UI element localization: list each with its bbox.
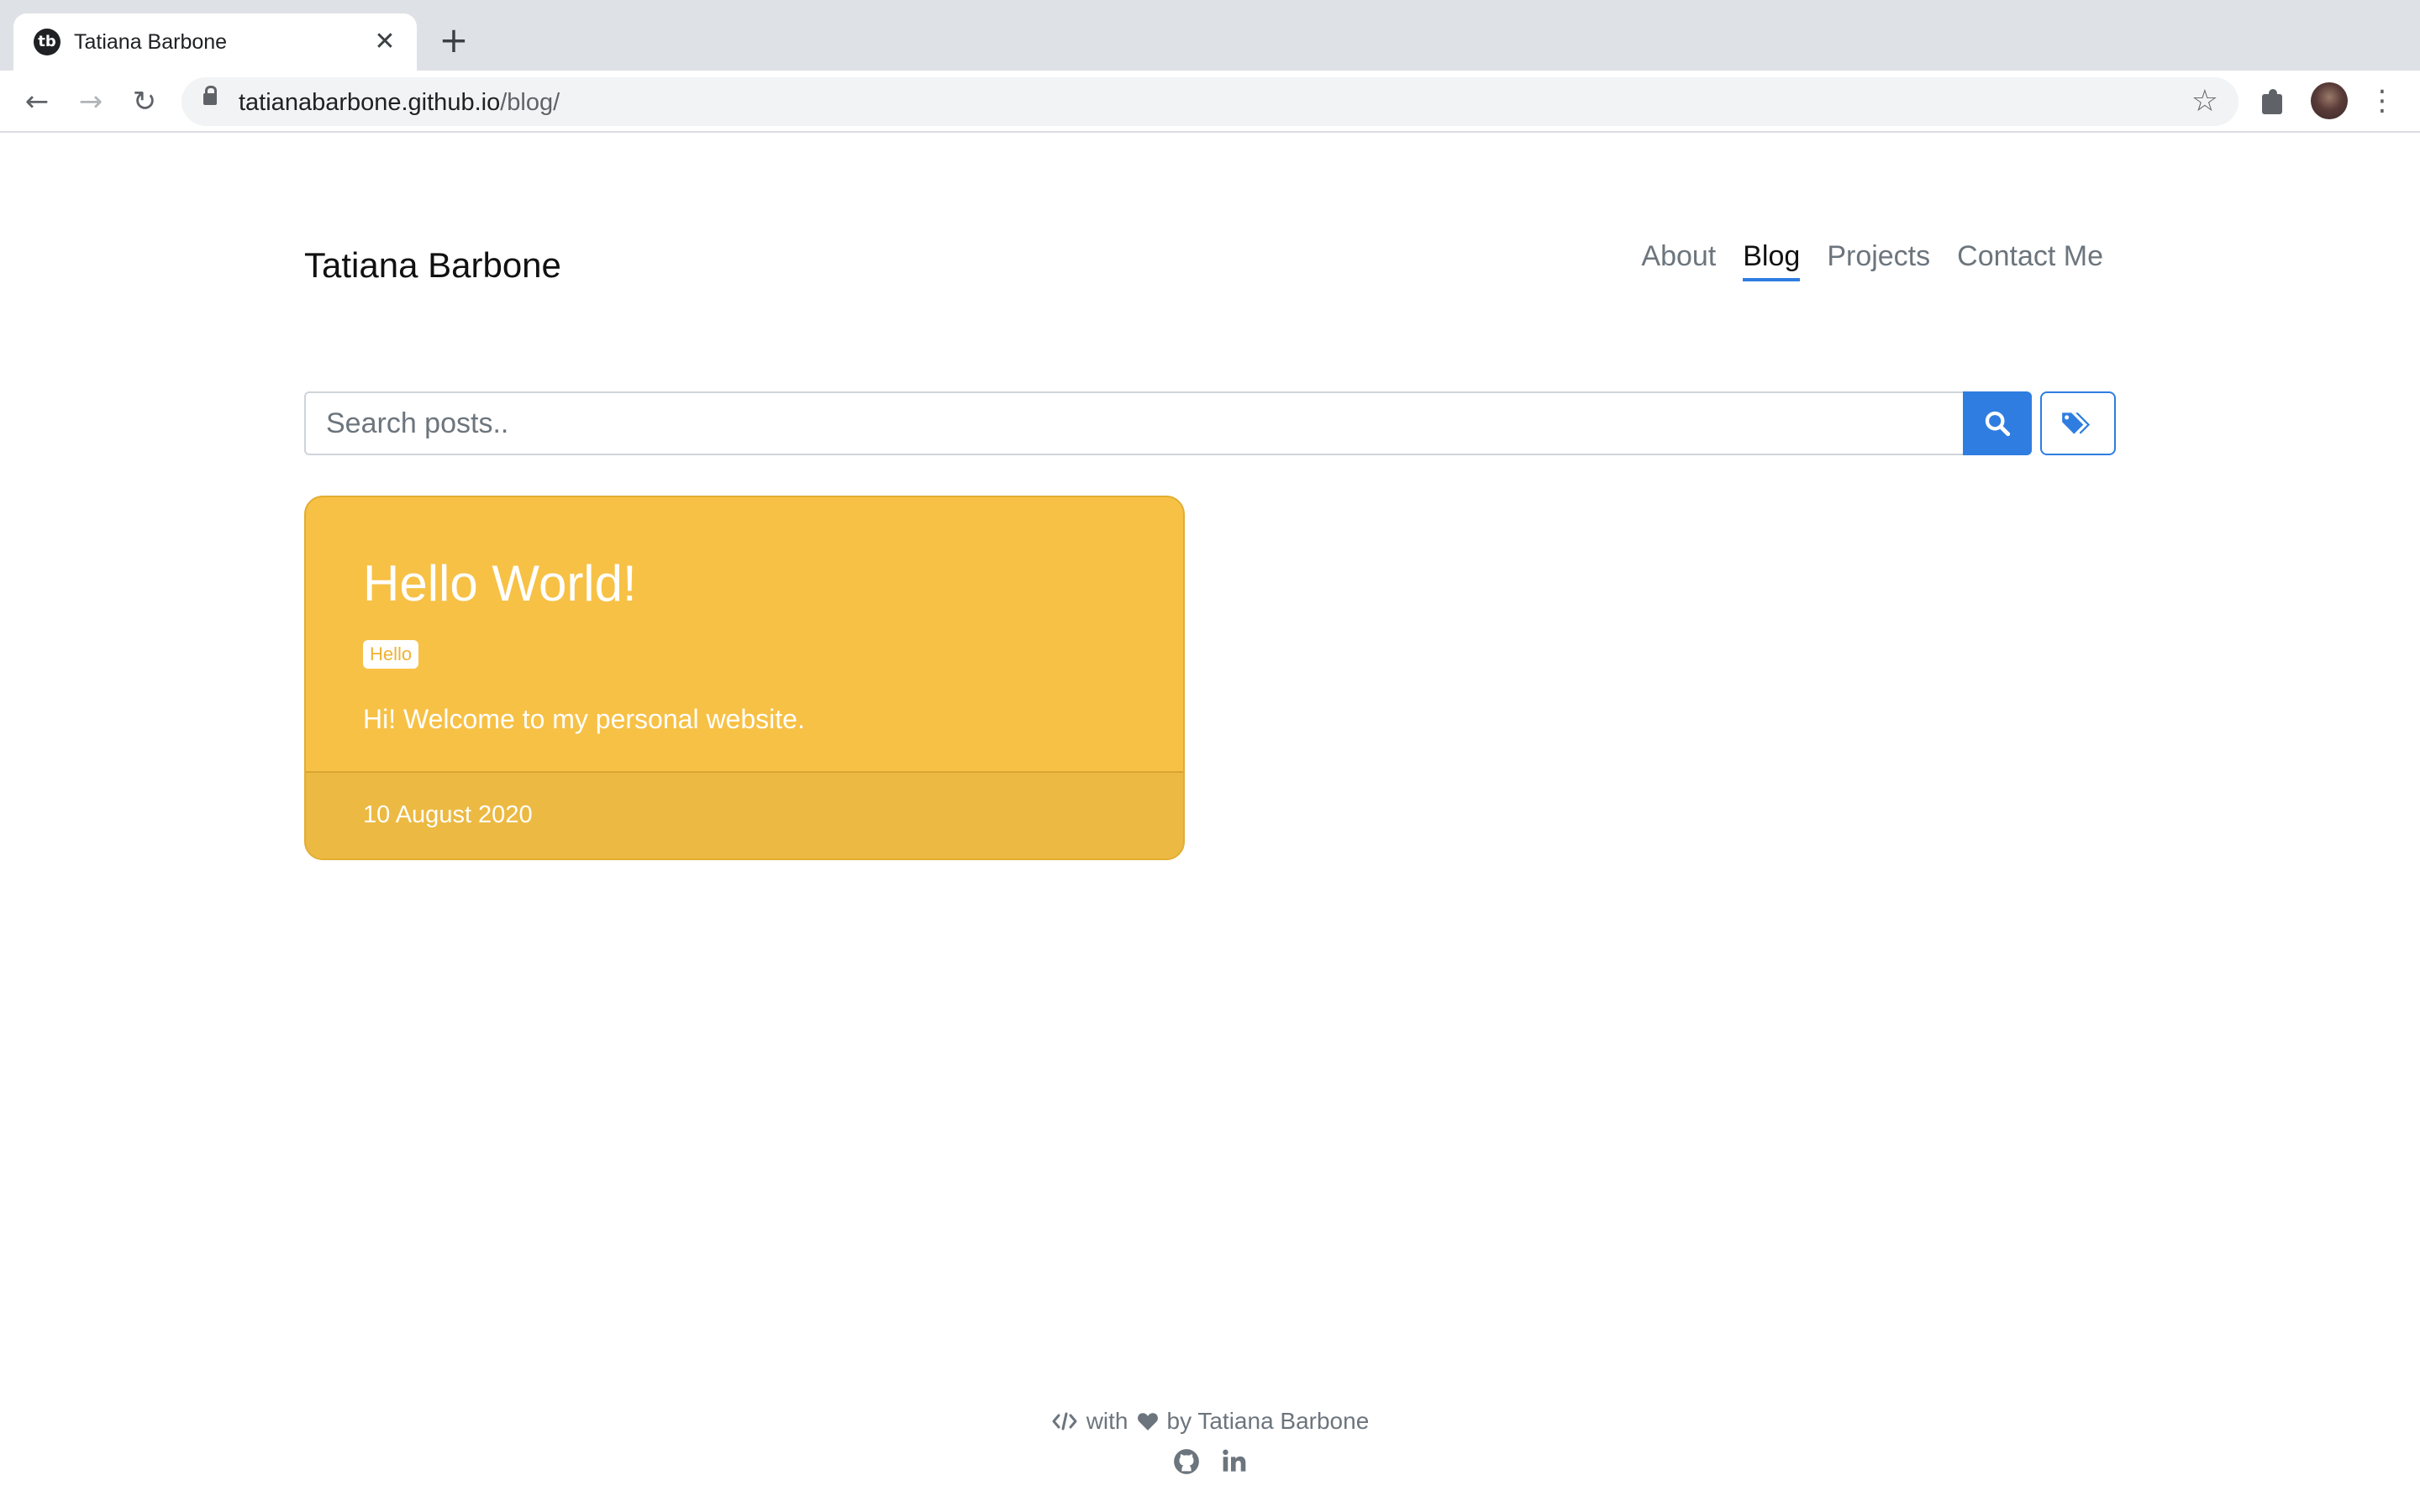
tab-title: Tatiana Barbone — [74, 30, 228, 54]
post-excerpt: Hi! Welcome to my personal website. — [363, 704, 805, 734]
nav-link-projects[interactable]: Projects — [1827, 240, 1930, 281]
main-nav: About Blog Projects Contact Me — [1641, 240, 2103, 281]
post-date: 10 August 2020 — [363, 801, 533, 828]
footer-by-text: by Tatiana Barbone — [1166, 1408, 1370, 1434]
page-content: Tatiana Barbone About Blog Projects Cont… — [0, 133, 2420, 1512]
code-icon — [1052, 1412, 1077, 1431]
search-button[interactable] — [1963, 391, 2032, 455]
back-button[interactable]: ← — [17, 81, 57, 122]
post-card[interactable]: Hello World! Hello Hi! Welcome to my per… — [304, 496, 1185, 860]
footer-credit: with by Tatiana Barbone — [1051, 1408, 1370, 1435]
footer-with-text: with — [1086, 1408, 1128, 1434]
search-icon — [1985, 411, 2011, 437]
github-icon[interactable] — [1172, 1447, 1201, 1480]
url-host: tatianabarbone.github.io — [239, 89, 501, 116]
browser-tab[interactable]: tb Tatiana Barbone ✕ — [13, 13, 417, 71]
url-path: /blog/ — [500, 89, 560, 116]
post-card-footer: 10 August 2020 — [306, 771, 1183, 858]
browser-menu-icon[interactable]: ⋮ — [2368, 82, 2396, 121]
new-tab-button[interactable]: + — [434, 22, 474, 62]
tags-icon — [2062, 412, 2091, 434]
forward-button[interactable]: → — [71, 81, 111, 122]
address-bar[interactable]: tatianabarbone.github.io/blog/ ☆ — [182, 77, 2238, 126]
url-text[interactable]: tatianabarbone.github.io/blog/ — [239, 89, 560, 117]
extensions-puzzle-icon[interactable] — [2259, 87, 2289, 118]
bookmark-star-icon[interactable]: ☆ — [2191, 84, 2218, 118]
browser-tabstrip: tb Tatiana Barbone ✕ + — [0, 0, 2420, 71]
tags-button[interactable] — [2040, 391, 2116, 455]
post-tag-badge[interactable]: Hello — [363, 640, 419, 669]
nav-link-about[interactable]: About — [1641, 240, 1716, 281]
footer-social-links — [0, 1447, 2420, 1480]
site-footer: with by Tatiana Barbone — [0, 1408, 2420, 1480]
site-title[interactable]: Tatiana Barbone — [304, 245, 561, 286]
heart-icon — [1137, 1413, 1158, 1431]
nav-link-contact-me[interactable]: Contact Me — [1957, 240, 2103, 281]
close-tab-icon[interactable]: ✕ — [368, 25, 402, 59]
post-title[interactable]: Hello World! — [363, 554, 637, 612]
profile-avatar[interactable] — [2311, 82, 2348, 119]
search-bar — [304, 391, 2116, 455]
nav-link-blog[interactable]: Blog — [1743, 240, 1801, 281]
search-input[interactable] — [304, 391, 1963, 455]
lock-icon[interactable] — [203, 86, 217, 105]
favicon-icon: tb — [34, 29, 60, 55]
linkedin-icon[interactable] — [1221, 1447, 1248, 1480]
reload-button[interactable]: ↻ — [124, 81, 165, 122]
browser-toolbar: ← → ↻ tatianabarbone.github.io/blog/ ☆ ⋮ — [0, 71, 2420, 133]
